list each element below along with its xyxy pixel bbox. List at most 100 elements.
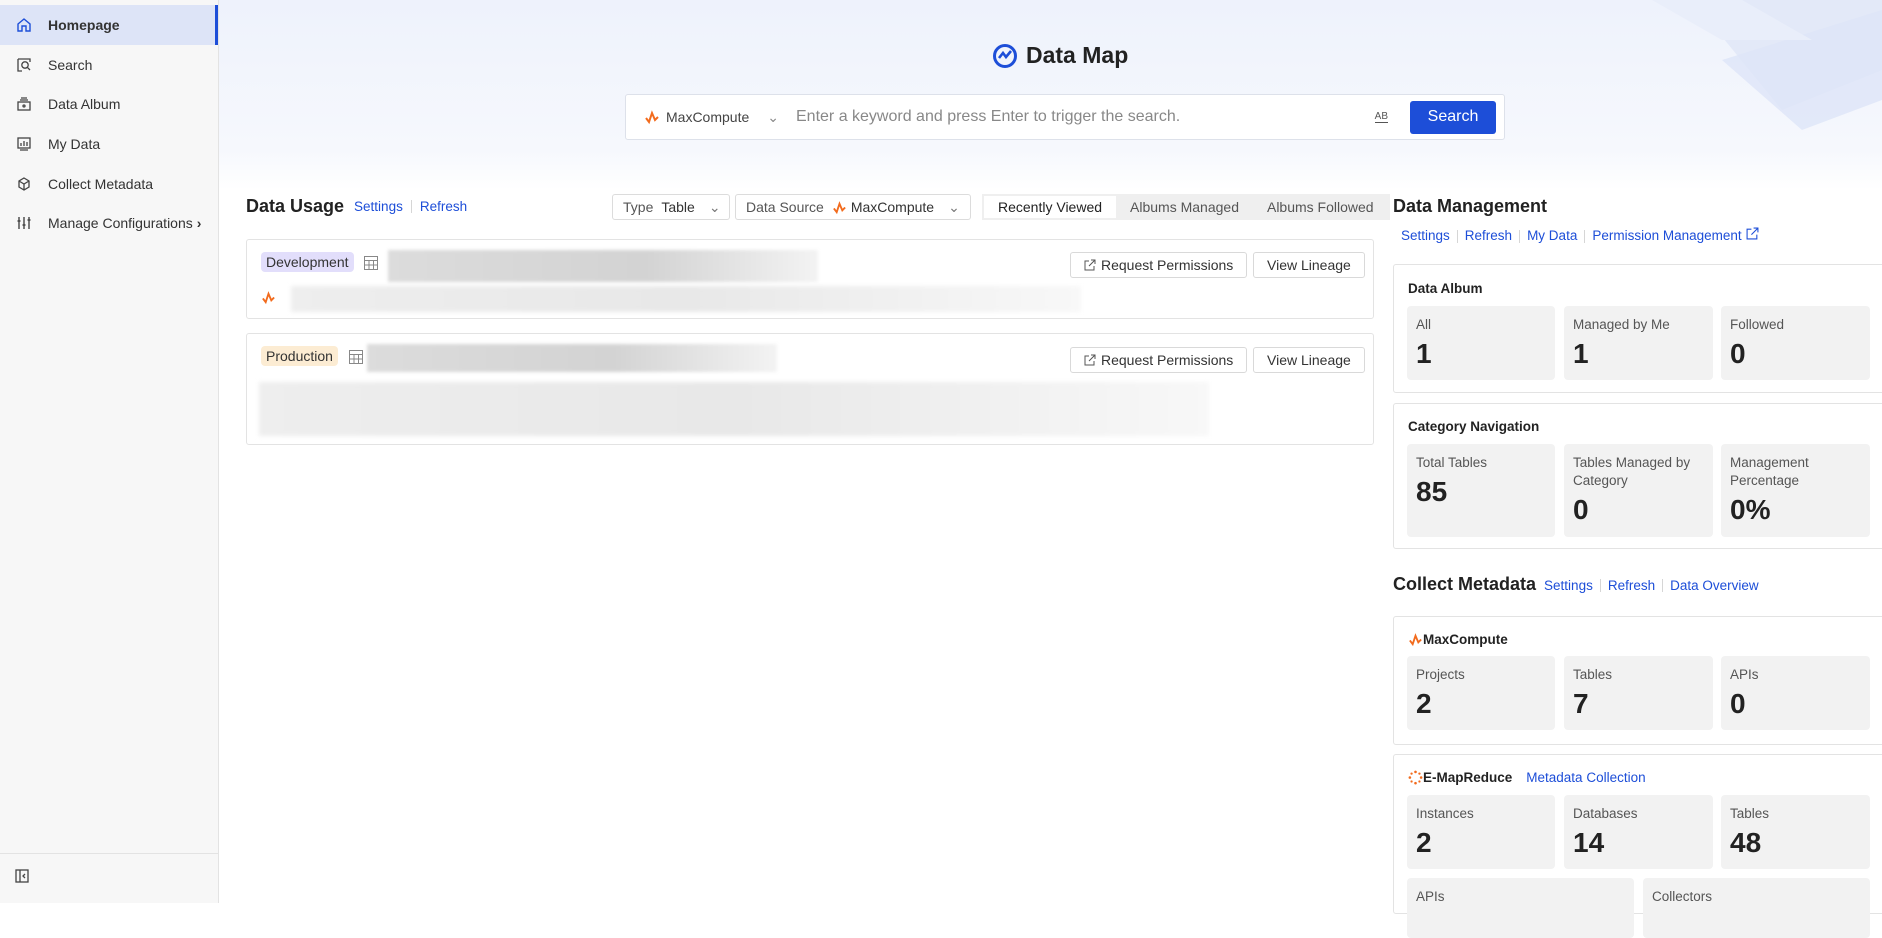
external-link-icon bbox=[1084, 354, 1096, 366]
separator bbox=[1519, 229, 1521, 243]
search-source-value: MaxCompute bbox=[666, 109, 750, 125]
sidebar-item-my-data[interactable]: My Data bbox=[0, 124, 218, 164]
stat-tile-management-percentage[interactable]: Management Percentage 0% bbox=[1721, 444, 1870, 537]
chevron-down-icon: ⌄ bbox=[948, 198, 960, 215]
tab-albums-managed[interactable]: Albums Managed bbox=[1116, 196, 1253, 218]
cm-settings-link[interactable]: Settings bbox=[1544, 578, 1593, 593]
view-lineage-button[interactable]: View Lineage bbox=[1253, 347, 1365, 373]
stat-value: 48 bbox=[1730, 827, 1762, 858]
request-permissions-button[interactable]: Request Permissions bbox=[1070, 252, 1248, 278]
stat-value: 7 bbox=[1573, 688, 1589, 719]
stat-value: 0% bbox=[1730, 494, 1771, 525]
page-title: Data Map bbox=[992, 42, 1128, 69]
stat-label: Tables Managed by Category bbox=[1573, 455, 1691, 488]
stat-tile-tables[interactable]: Tables 7 bbox=[1564, 656, 1713, 730]
separator bbox=[410, 200, 412, 213]
data-management-links: Settings Refresh My Data Permission Managem… bbox=[1401, 227, 1759, 243]
environment-badge: Development bbox=[261, 252, 354, 272]
dm-refresh-link[interactable]: Refresh bbox=[1465, 228, 1512, 243]
cube-icon bbox=[14, 174, 34, 194]
redacted-table-path bbox=[291, 286, 1081, 312]
data-usage-item[interactable]: Production Request Permissions View Line… bbox=[246, 333, 1374, 445]
search-button[interactable]: Search bbox=[1410, 100, 1496, 134]
maxcompute-icon bbox=[1409, 633, 1422, 647]
home-icon bbox=[14, 15, 34, 35]
sidebar-item-label: Homepage bbox=[48, 17, 120, 33]
stat-label: APIs bbox=[1416, 889, 1445, 904]
chevron-down-icon: ⌄ bbox=[708, 198, 721, 215]
stat-tile-followed[interactable]: Followed 0 bbox=[1721, 306, 1870, 380]
type-label: Type bbox=[623, 199, 654, 215]
dm-my-data-link[interactable]: My Data bbox=[1527, 228, 1577, 243]
stat-tile-apis[interactable]: APIs 0 bbox=[1721, 656, 1870, 730]
stat-label: Databases bbox=[1573, 806, 1638, 821]
cm-refresh-link[interactable]: Refresh bbox=[1608, 578, 1655, 593]
request-permissions-button[interactable]: Request Permissions bbox=[1070, 347, 1248, 373]
stat-value: 1 bbox=[1416, 338, 1432, 369]
stat-tile-projects[interactable]: Projects 2 bbox=[1407, 656, 1555, 730]
decorative-background bbox=[1552, 0, 1882, 130]
box-title: Category Navigation bbox=[1408, 419, 1540, 434]
stat-value: 85 bbox=[1416, 476, 1448, 507]
stat-value: 1 bbox=[1573, 338, 1589, 369]
stat-tile-tables[interactable]: Tables 48 bbox=[1721, 795, 1870, 869]
chevron-down-icon: ⌄ bbox=[767, 108, 779, 125]
sidebar-item-collect-metadata[interactable]: Collect Metadata bbox=[0, 164, 218, 204]
search-input[interactable] bbox=[796, 108, 1375, 126]
external-link-icon bbox=[1746, 227, 1759, 240]
tab-recently-viewed[interactable]: Recently Viewed bbox=[984, 196, 1117, 218]
collect-metadata-title: Collect Metadata bbox=[1393, 574, 1537, 594]
emr-icon bbox=[1408, 770, 1423, 785]
stat-value: 2 bbox=[1416, 827, 1432, 858]
data-source-filter[interactable]: Data Source MaxCompute ⌄ bbox=[735, 194, 971, 220]
data-usage-tabs: Recently Viewed Albums Managed Albums Fo… bbox=[982, 194, 1390, 220]
stat-label: Projects bbox=[1416, 667, 1465, 682]
stat-tile-all[interactable]: All 1 bbox=[1407, 306, 1555, 380]
box-title: E-MapReduce Metadata Collection bbox=[1408, 770, 1646, 785]
sidebar-item-search[interactable]: Search bbox=[0, 45, 218, 85]
data-usage-item[interactable]: Development Request Permissions View Lin… bbox=[246, 239, 1374, 319]
sidebar-item-manage-configurations[interactable]: Manage Configurations › bbox=[0, 203, 218, 243]
cm-data-overview-link[interactable]: Data Overview bbox=[1670, 578, 1759, 593]
stat-tile-instances[interactable]: Instances 2 bbox=[1407, 795, 1555, 869]
tab-albums-followed[interactable]: Albums Followed bbox=[1253, 196, 1388, 218]
stat-tile-collectors[interactable]: Collectors bbox=[1643, 878, 1870, 938]
collapse-sidebar-icon[interactable] bbox=[14, 868, 32, 886]
environment-badge: Production bbox=[261, 346, 338, 366]
sidebar-item-homepage[interactable]: Homepage bbox=[0, 5, 218, 45]
type-filter[interactable]: Type Table ⌄ bbox=[612, 194, 730, 220]
stat-tile-total-tables[interactable]: Total Tables 85 bbox=[1407, 444, 1555, 537]
metadata-collection-link[interactable]: Metadata Collection bbox=[1526, 770, 1645, 785]
sidebar-item-label: Search bbox=[48, 57, 93, 73]
view-lineage-button[interactable]: View Lineage bbox=[1253, 252, 1365, 278]
sidebar-item-label: Manage Configurations bbox=[48, 215, 193, 231]
stat-label: Tables bbox=[1573, 667, 1613, 682]
category-navigation-box: Category Navigation Total Tables 85 Table… bbox=[1393, 403, 1882, 549]
stat-tile-managed[interactable]: Managed by Me 1 bbox=[1564, 306, 1713, 380]
chart-icon bbox=[14, 134, 34, 154]
sidebar-item-data-album[interactable]: Data Album bbox=[0, 84, 218, 124]
box-title-text: MaxCompute bbox=[1423, 632, 1508, 647]
stat-label: Management Percentage bbox=[1730, 455, 1809, 488]
maxcompute-box: MaxCompute Projects 2 Tables 7 APIs 0 bbox=[1393, 616, 1882, 745]
data-management-title: Data Management bbox=[1393, 196, 1548, 216]
sidebar-item-label: Collect Metadata bbox=[48, 176, 154, 192]
box-title: MaxCompute bbox=[1408, 632, 1508, 647]
case-sensitive-toggle[interactable]: AB bbox=[1374, 111, 1388, 123]
dm-settings-link[interactable]: Settings bbox=[1401, 228, 1450, 243]
search-icon bbox=[14, 55, 34, 75]
maxcompute-icon bbox=[645, 110, 659, 125]
stat-label: Total Tables bbox=[1416, 455, 1488, 470]
data-source-label: Data Source bbox=[746, 199, 824, 215]
data-usage-refresh-link[interactable]: Refresh bbox=[420, 199, 467, 214]
search-source-select[interactable]: MaxCompute ⌄ bbox=[626, 109, 796, 126]
data-usage-settings-link[interactable]: Settings bbox=[354, 199, 403, 214]
search-bar: MaxCompute ⌄ AB Search bbox=[625, 94, 1505, 140]
dm-permission-management-link[interactable]: Permission Management bbox=[1592, 228, 1741, 243]
type-value: Table bbox=[661, 199, 695, 215]
stat-tile-apis[interactable]: APIs bbox=[1407, 878, 1634, 938]
stat-tile-databases[interactable]: Databases 14 bbox=[1564, 795, 1713, 869]
sidebar-item-label: Data Album bbox=[48, 96, 121, 112]
stat-value: 0 bbox=[1730, 338, 1746, 369]
stat-tile-tables-managed[interactable]: Tables Managed by Category 0 bbox=[1564, 444, 1713, 537]
